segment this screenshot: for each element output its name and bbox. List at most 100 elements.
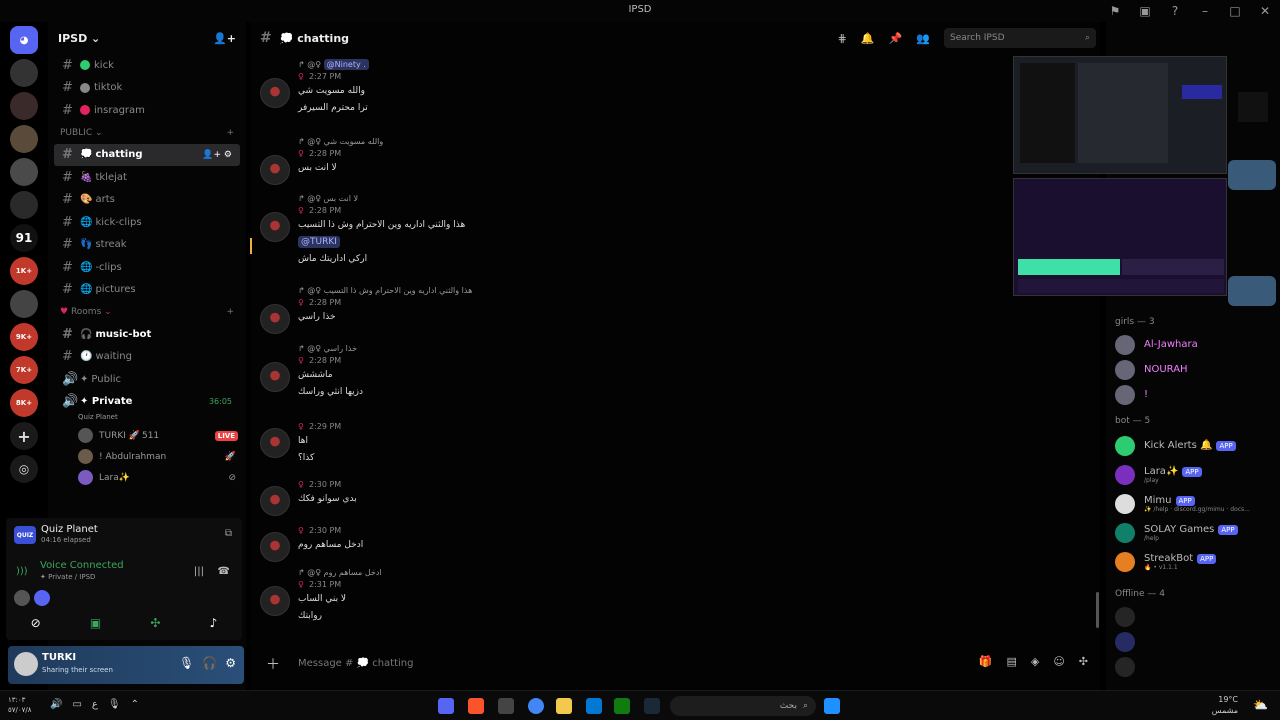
close-button[interactable]: ✕ [1250, 4, 1280, 18]
inbox-icon[interactable]: ⚑ [1100, 4, 1130, 18]
pin-icon[interactable]: 📌 [889, 32, 903, 45]
message-input[interactable]: Message # 💭 chatting [298, 658, 413, 669]
mic-tray-icon[interactable]: 🎙 [108, 699, 121, 710]
server-icon[interactable] [10, 125, 38, 153]
channel-insragram[interactable]: # insragram [54, 99, 240, 122]
voice-user-lara[interactable]: Lara✨ ⊘ [48, 467, 246, 488]
member-item[interactable]: ! [1106, 382, 1280, 407]
channel-tklejat[interactable]: # 🍇 tklejat [54, 166, 240, 189]
network-icon[interactable]: ▭ [72, 699, 81, 710]
voice-user-abdulrahman[interactable]: ! Abdulrahman 🚀 [48, 446, 246, 467]
brave-taskbar-icon[interactable] [468, 698, 484, 714]
activities-icon[interactable]: ✣ [150, 616, 160, 630]
camera-icon[interactable]: ⊘ [31, 616, 41, 630]
server-badge[interactable]: 8K+ [10, 389, 38, 417]
voice-channel-path[interactable]: ✦ Private / IPSD [40, 573, 95, 581]
bot-member-item[interactable]: StreakBot APP 🔥 • v1.1.1 [1106, 547, 1280, 576]
server-icon[interactable] [10, 290, 38, 318]
channel-arts[interactable]: # 🎨 arts [54, 189, 240, 212]
popout-icon[interactable]: ⧉ [225, 528, 232, 539]
steam-taskbar-icon[interactable] [644, 698, 660, 714]
avatar[interactable] [260, 155, 290, 185]
soundboard-icon[interactable]: ♪ [210, 616, 218, 630]
channel-streak[interactable]: # 👣 streak [54, 234, 240, 257]
category-public[interactable]: PUBLIC ⌄ + [48, 122, 246, 144]
reply-preview[interactable]: ↱ @♀ هذا والثني اداريه وين الاحترام وش ذ… [298, 286, 472, 295]
channel-pictures[interactable]: # 🌐 pictures [54, 279, 240, 302]
stream-preview[interactable] [1013, 56, 1227, 296]
voice-user-turki[interactable]: TURKI 🚀 511 LIVE [48, 425, 246, 446]
avatar[interactable] [260, 304, 290, 334]
xbox-taskbar-icon[interactable] [614, 698, 630, 714]
invite-icon[interactable]: 👤+ [213, 32, 236, 45]
channel-kickclips[interactable]: # 🌐 kick-clips [54, 211, 240, 234]
server-icon[interactable] [10, 59, 38, 87]
channel-settings-icon[interactable]: 👤+ ⚙ [202, 150, 232, 160]
reply-preview[interactable]: ↱ @♀ ادخل مساهم روم [298, 568, 382, 577]
gift-icon[interactable]: 🎁 [979, 655, 993, 668]
reply-preview[interactable]: ↱ @♀ خذا راسي [298, 344, 357, 353]
app-taskbar-icon[interactable] [498, 698, 514, 714]
channel-musicbot[interactable]: # 🎧 music-bot [54, 323, 240, 346]
bot-member-item[interactable]: Kick Alerts 🔔 APP [1106, 431, 1280, 460]
bot-member-item[interactable]: Mimu APP ✨ /help · discord.gg/mimu · docs.… [1106, 489, 1280, 518]
avatar[interactable] [260, 362, 290, 392]
message[interactable]: ♀ 2:29 PM اها كذا؟ [250, 422, 1010, 476]
settings-gear-icon[interactable]: ⚙ [225, 656, 236, 670]
avatar[interactable] [260, 212, 290, 242]
emoji-icon[interactable]: ☺ [1053, 655, 1064, 668]
screenshare-icon[interactable]: ▣ [90, 616, 101, 630]
server-badge[interactable]: 7K+ [10, 356, 38, 384]
noise-suppression-icon[interactable]: ||| [194, 566, 204, 577]
bot-member-item[interactable]: Lara✨ APP/play [1106, 460, 1280, 489]
user-mention[interactable]: @TURKI [298, 236, 340, 248]
message[interactable]: ↱ @♀ خذا راسي ♀ 2:28 PM ماششش دزيها انثي ور… [250, 344, 1010, 398]
server-badge[interactable]: 9K+ [10, 323, 38, 351]
channel-waiting[interactable]: # 🕐 waiting [54, 346, 240, 369]
headphones-icon[interactable]: 🎧 [202, 656, 217, 670]
member-item[interactable]: Al-Jawhara [1106, 332, 1280, 357]
member-item[interactable] [1106, 604, 1280, 629]
add-attachment-icon[interactable]: ＋ [266, 654, 280, 674]
taskbar-search[interactable]: بحث ⌕ [670, 696, 816, 716]
user-avatar[interactable] [14, 652, 38, 676]
message[interactable]: ↱ @♀ @Ninety . ♀ 2:27 PM والله مسويت شي ترا… [250, 59, 1010, 114]
server-icon[interactable] [10, 158, 38, 186]
disconnect-icon[interactable]: ☎ [218, 566, 230, 577]
server-header[interactable]: IPSD ⌄ 👤+ [48, 22, 246, 54]
monitor-icon[interactable]: ▣ [1130, 4, 1160, 18]
threads-icon[interactable]: ⋕ [838, 32, 847, 45]
discord-home-icon[interactable]: ◕ [10, 26, 38, 54]
reply-preview[interactable]: ↱ @♀ لا انت بس [298, 194, 358, 203]
server-icon-91[interactable]: 91 [10, 224, 38, 252]
server-icon[interactable] [10, 92, 38, 120]
help-icon[interactable]: ? [1160, 4, 1190, 18]
minimize-button[interactable]: – [1190, 4, 1220, 18]
members-icon[interactable]: 👥 [916, 32, 930, 45]
avatar[interactable] [260, 428, 290, 458]
avatar[interactable] [260, 586, 290, 616]
apps-icon[interactable]: ✣ [1079, 655, 1088, 668]
channel-Public[interactable]: 🔊 ✦ Public [54, 368, 240, 391]
category-rooms[interactable]: ♥ Rooms ⌄ + [48, 301, 246, 323]
add-server-icon[interactable]: + [10, 422, 38, 450]
server-icon[interactable] [10, 191, 38, 219]
gif-icon[interactable]: ▤ [1006, 655, 1016, 668]
channel-tiktok[interactable]: # tiktok [54, 77, 240, 100]
reply-preview[interactable]: ↱ @♀ @Ninety . [298, 59, 369, 70]
discover-icon[interactable]: ◎ [10, 455, 38, 483]
chrome-taskbar-icon[interactable] [528, 698, 544, 714]
reply-preview[interactable]: ↱ @♀ والله مسويت شي [298, 137, 383, 146]
language-indicator[interactable]: ع [92, 699, 98, 710]
avatar[interactable] [260, 486, 290, 516]
member-item[interactable] [1106, 629, 1280, 654]
sticker-icon[interactable]: ◈ [1031, 655, 1039, 668]
start-button[interactable] [824, 698, 840, 714]
avatar[interactable] [260, 78, 290, 108]
avatar[interactable] [260, 532, 290, 562]
file-explorer-icon[interactable] [556, 698, 572, 714]
message[interactable]: ↱ @♀ ادخل مساهم روم ♀ 2:31 PM لا بني الساب… [250, 568, 1010, 622]
scrollbar[interactable] [1096, 592, 1099, 628]
tray-chevron-icon[interactable]: ⌃ [131, 699, 139, 710]
channel-clips[interactable]: # 🌐 -clips [54, 256, 240, 279]
